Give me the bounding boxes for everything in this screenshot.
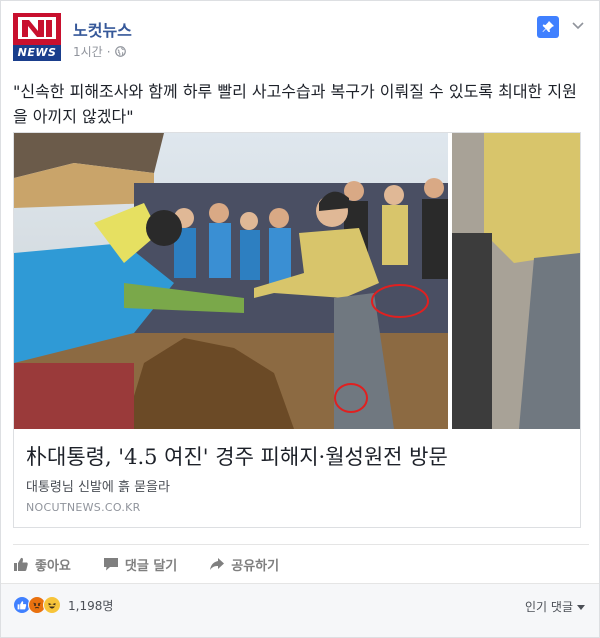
like-label: 좋아요 xyxy=(35,558,71,574)
reaction-count[interactable]: 1,198명 xyxy=(68,597,113,614)
logo-word: NEWS xyxy=(13,45,61,61)
reactions-footer: 1,198명 인기 댓글 xyxy=(1,583,599,637)
share-icon xyxy=(209,556,225,572)
share-button[interactable]: 공유하기 xyxy=(209,545,279,583)
page-avatar[interactable]: NEWS xyxy=(13,13,61,61)
post-message: "신속한 피해조사와 함께 하루 빨리 사고수습과 복구가 이뤄질 수 있도록 … xyxy=(13,82,577,126)
link-preview-photo[interactable] xyxy=(14,133,580,429)
nocut-logo-mark xyxy=(18,17,56,39)
meta-separator: · xyxy=(106,44,111,59)
post-time[interactable]: 1시간 xyxy=(73,43,103,60)
post-actions: 좋아요 댓글 달기 공유하기 xyxy=(13,545,589,583)
reaction-summary[interactable]: 1,198명 xyxy=(13,596,113,614)
share-label: 공유하기 xyxy=(231,558,280,574)
caret-down-icon xyxy=(577,600,585,614)
link-preview-card[interactable]: 朴대통령, '4.5 여진' 경주 피해지·월성원전 방문 대통령님 신발에 흙… xyxy=(13,132,581,528)
link-description: 대통령님 신발에 흙 묻을라 xyxy=(26,480,170,495)
comment-button[interactable]: 댓글 달기 xyxy=(103,545,177,583)
haha-reaction-icon xyxy=(43,596,61,614)
post-meta: 1시간 · xyxy=(73,43,126,60)
sort-label: 인기 댓글 xyxy=(525,600,573,614)
comment-sort-dropdown[interactable]: 인기 댓글 xyxy=(525,598,585,615)
globe-icon xyxy=(114,46,126,57)
link-domain: NOCUTNEWS.CO.KR xyxy=(26,501,141,514)
thumbs-up-icon xyxy=(13,556,29,572)
link-title[interactable]: 朴대통령, '4.5 여진' 경주 피해지·월성원전 방문 xyxy=(26,441,448,471)
facebook-post: NEWS 노컷뉴스 1시간 · "신속한 피해조사와 함께 하루 빨리 사고수습… xyxy=(0,0,600,638)
page-name-link[interactable]: 노컷뉴스 xyxy=(73,17,132,41)
like-button[interactable]: 좋아요 xyxy=(13,545,71,583)
chevron-down-icon[interactable] xyxy=(569,17,587,35)
comment-label: 댓글 달기 xyxy=(124,558,178,574)
pin-icon[interactable] xyxy=(537,16,559,38)
comment-icon xyxy=(103,556,119,572)
post-header: NEWS 노컷뉴스 1시간 · xyxy=(13,13,589,63)
